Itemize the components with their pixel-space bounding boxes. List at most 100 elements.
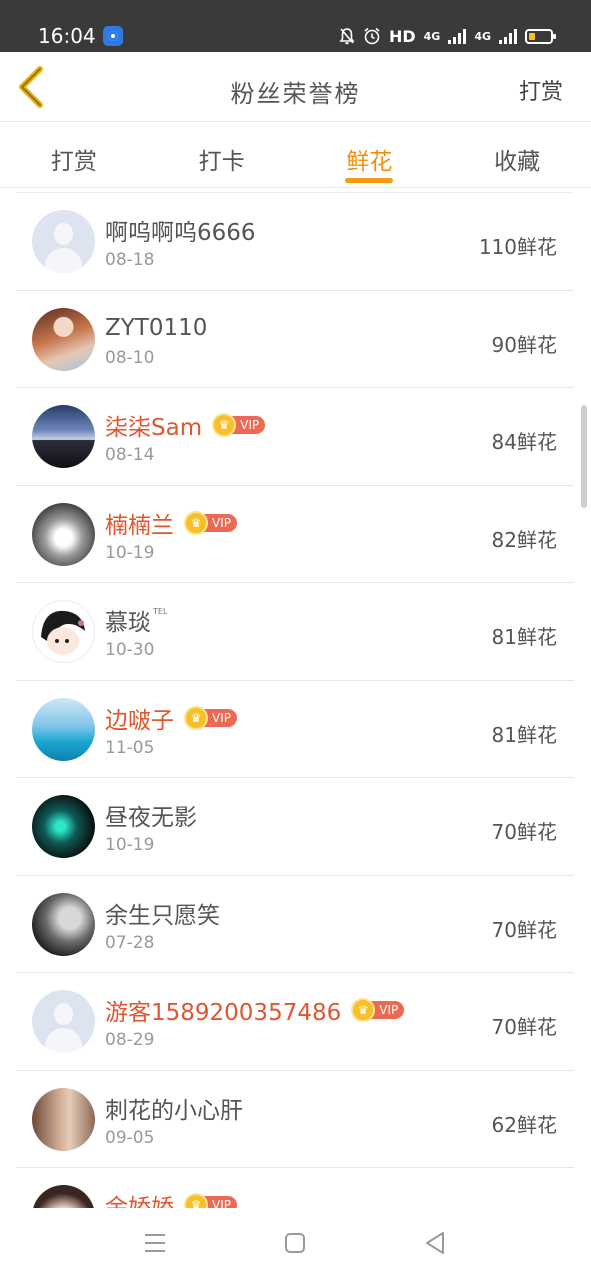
flower-count: 81鲜花 xyxy=(491,625,557,649)
fan-row[interactable]: 啊呜啊呜6666 08-18 110鲜花 xyxy=(16,193,574,291)
vip-badge: ♛ VIP xyxy=(212,413,266,437)
fan-name-line: 余娇娇 ♛ VIP xyxy=(105,1190,237,1208)
fan-date: 07-28 xyxy=(105,932,155,953)
fan-name[interactable]: 慕琰 xyxy=(105,603,151,637)
flower-count: 110鲜花 xyxy=(478,235,557,259)
fan-row[interactable]: 慕琰 TEL 10-30 81鲜花 xyxy=(16,583,574,681)
avatar-body-shape xyxy=(45,1028,82,1053)
fan-row[interactable]: 楠楠兰 ♛ VIP 10-19 82鲜花 xyxy=(16,486,574,583)
flower-count: 62鲜花 xyxy=(491,1112,557,1137)
avatar[interactable] xyxy=(32,307,95,371)
fan-name[interactable]: 柒柒Sam xyxy=(105,408,202,442)
avatar[interactable] xyxy=(32,892,95,956)
flower-count: 70鲜花 xyxy=(491,917,557,942)
system-nav-bar xyxy=(0,1208,591,1280)
fan-row[interactable]: 边啵子 ♛ VIP 11-05 81鲜花 xyxy=(16,681,574,778)
fan-date: 10-19 xyxy=(105,542,155,563)
fan-name[interactable]: 楠楠兰 xyxy=(105,506,174,540)
default-avatar-icon[interactable] xyxy=(32,990,95,1053)
menu-icon[interactable] xyxy=(140,1228,170,1258)
hd-label: HD xyxy=(388,26,416,46)
fan-name-line: 楠楠兰 ♛ VIP xyxy=(105,506,237,540)
avatar[interactable] xyxy=(32,600,95,663)
fan-name[interactable]: ZYT0110 xyxy=(105,315,207,341)
fan-date: 08-14 xyxy=(105,445,155,465)
page-title: 粉丝荣誉榜 xyxy=(230,80,361,108)
signal-icon-2 xyxy=(499,28,517,44)
fan-name[interactable]: 边啵子 xyxy=(105,701,174,735)
fan-date: 08-29 xyxy=(105,1030,155,1050)
avatar-head-shape xyxy=(54,1003,73,1025)
fan-row[interactable]: 余生只愿笑 07-28 70鲜花 xyxy=(16,876,574,973)
battery-icon xyxy=(525,28,556,44)
fan-row[interactable]: 余娇娇 ♛ VIP xyxy=(16,1168,574,1208)
fan-name[interactable]: 刺花的小心肝 xyxy=(105,1091,243,1125)
status-bar: 16:04 HD 4G 4G xyxy=(0,0,591,52)
tab-3[interactable]: 收藏 xyxy=(443,122,591,187)
fan-name-line: 边啵子 ♛ VIP xyxy=(105,701,237,735)
fan-name[interactable]: 啊呜啊呜6666 xyxy=(105,213,256,247)
signal-icon-1 xyxy=(448,28,467,44)
fan-date: 11-05 xyxy=(105,737,155,758)
network-type-1: 4G xyxy=(423,29,441,43)
avatar[interactable] xyxy=(32,405,95,468)
bell-off-icon xyxy=(339,28,355,45)
fan-date: 08-10 xyxy=(105,347,155,368)
fan-name-line: 啊呜啊呜6666 xyxy=(105,213,256,247)
fan-row[interactable]: 游客1589200357486 ♛ VIP 08-29 70鲜花 xyxy=(16,973,574,1071)
flower-count: 70鲜花 xyxy=(491,820,557,844)
tab-bar: 打赏 打卡 鲜花 收藏 xyxy=(0,122,591,188)
fan-name-line: 慕琰 TEL xyxy=(105,603,168,637)
default-avatar-icon[interactable] xyxy=(32,210,95,273)
scrollbar[interactable] xyxy=(581,405,587,508)
home-square-icon[interactable] xyxy=(280,1228,310,1258)
avatar[interactable] xyxy=(32,1087,95,1151)
fan-date: 08-18 xyxy=(105,250,155,270)
tel-superscript: TEL xyxy=(153,606,168,616)
fan-name[interactable]: 余生只愿笑 xyxy=(105,896,220,930)
header: 粉丝荣誉榜 打赏 xyxy=(0,52,591,122)
tab-2[interactable]: 鲜花 xyxy=(296,122,444,187)
fan-name[interactable]: 游客1589200357486 xyxy=(105,993,341,1027)
alarm-icon xyxy=(364,27,380,45)
fan-date: 10-19 xyxy=(105,835,155,855)
fan-date: 09-05 xyxy=(105,1127,155,1148)
fan-name-line: 游客1589200357486 ♛ VIP xyxy=(105,993,405,1027)
avatar[interactable] xyxy=(32,1185,95,1208)
flower-count: 70鲜花 xyxy=(491,1015,557,1039)
fan-row[interactable]: ZYT0110 08-10 90鲜花 xyxy=(16,291,574,388)
avatar[interactable] xyxy=(32,697,95,761)
fan-name[interactable]: 昼夜无影 xyxy=(105,798,197,832)
fan-list: 啊呜啊呜6666 08-18 110鲜花 ZYT0110 08-10 90鲜花柒柒Sam ♛… xyxy=(16,192,574,1208)
fan-row[interactable]: 刺花的小心肝 09-05 62鲜花 xyxy=(16,1071,574,1168)
cartoon-face-icon xyxy=(41,610,85,655)
battery-level xyxy=(529,32,535,40)
fan-row[interactable]: 昼夜无影 10-19 70鲜花 xyxy=(16,778,574,876)
vip-badge: ♛ VIP xyxy=(184,705,237,730)
avatar[interactable] xyxy=(32,502,95,566)
avatar[interactable] xyxy=(32,795,95,858)
vip-badge: ♛ VIP xyxy=(351,998,405,1022)
flower-count: 82鲜花 xyxy=(491,527,557,552)
status-time: 16:04 xyxy=(38,24,96,48)
fan-date: 10-30 xyxy=(105,640,155,660)
fan-name-line: 昼夜无影 xyxy=(105,798,197,832)
fan-name-line: 柒柒Sam ♛ VIP xyxy=(105,408,266,442)
crown-icon: ♛ xyxy=(212,413,237,437)
vip-badge: ♛ VIP xyxy=(184,510,237,535)
tab-1[interactable]: 打卡 xyxy=(148,122,296,187)
crown-icon: ♛ xyxy=(184,705,208,730)
crown-icon: ♛ xyxy=(184,510,208,535)
fan-name[interactable]: 余娇娇 xyxy=(105,1188,174,1208)
status-icons: HD 4G 4G xyxy=(339,24,556,48)
reward-button[interactable]: 打赏 xyxy=(519,74,563,106)
avatar-body-shape xyxy=(45,248,82,273)
flower-count: 81鲜花 xyxy=(491,722,557,747)
triangle-back-icon[interactable] xyxy=(420,1228,450,1258)
fan-name-line: 刺花的小心肝 xyxy=(105,1091,243,1125)
flower-count: 90鲜花 xyxy=(491,332,557,357)
app-notification-icon xyxy=(103,26,123,46)
tab-0[interactable]: 打赏 xyxy=(0,122,148,187)
fan-row[interactable]: 柒柒Sam ♛ VIP 08-14 84鲜花 xyxy=(16,388,574,486)
fan-name-line: ZYT0110 xyxy=(105,313,207,343)
